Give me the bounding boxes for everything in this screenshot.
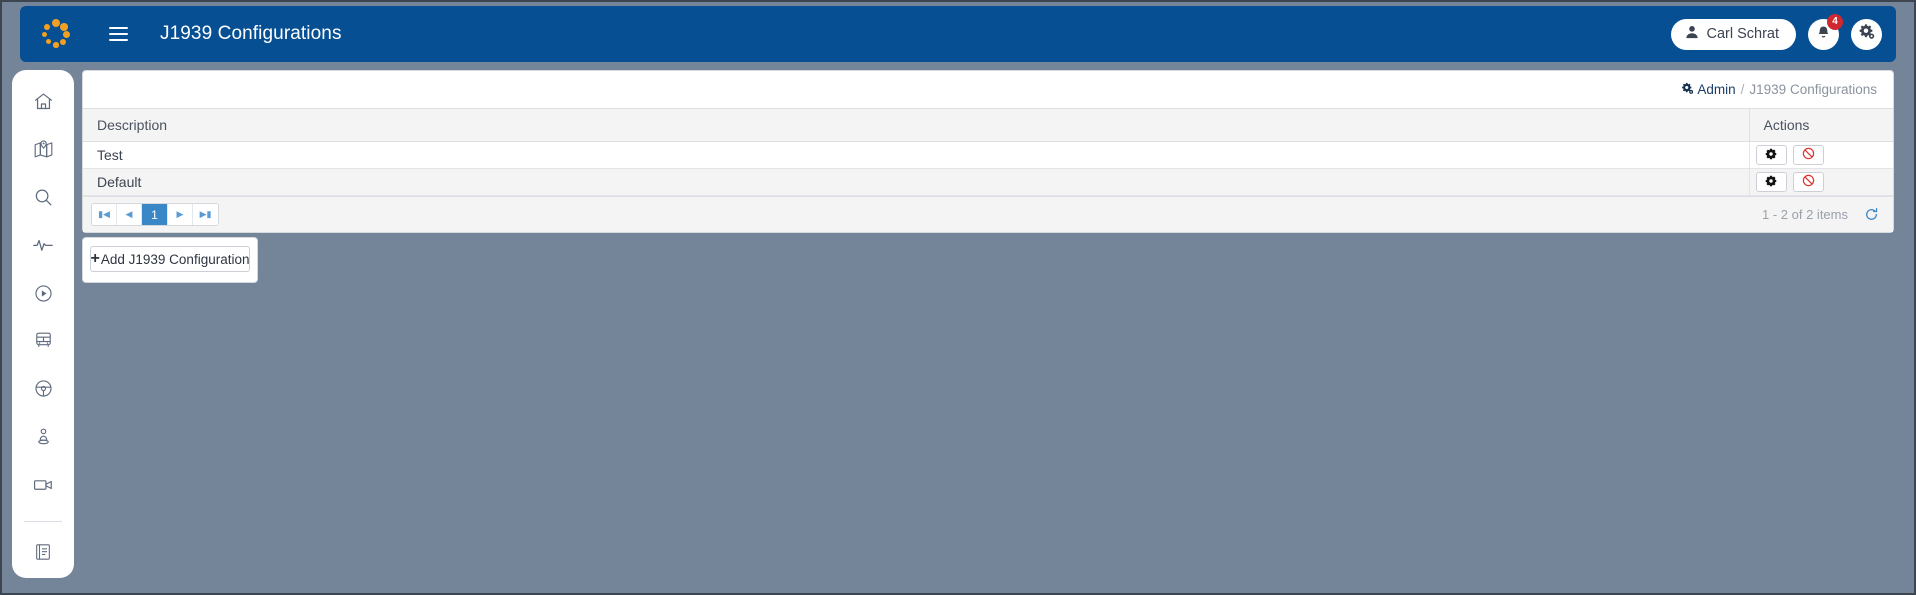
topbar-actions: Carl Schrat 4 bbox=[1671, 13, 1882, 50]
sidebar-item-reports[interactable] bbox=[19, 530, 67, 578]
pagination-bar: ▮◀ ◀ 1 ▶ ▶▮ 1 - 2 of 2 items bbox=[83, 196, 1893, 232]
sidebar-item-driving[interactable] bbox=[19, 367, 67, 415]
column-header-actions: Actions bbox=[1748, 108, 1893, 142]
bus-icon bbox=[33, 330, 54, 356]
cell-description: Default bbox=[83, 168, 1749, 196]
add-configuration-panel: + Add J1939 Configuration bbox=[82, 237, 258, 283]
page-title: J1939 Configurations bbox=[160, 23, 342, 44]
sidebar-item-home[interactable] bbox=[19, 80, 67, 128]
map-pin-icon bbox=[33, 139, 54, 165]
configure-button[interactable] bbox=[1755, 172, 1787, 192]
configure-button[interactable] bbox=[1755, 145, 1787, 165]
grid-card: Admin / J1939 Configurations Description… bbox=[82, 70, 1894, 233]
table-header-row: Description Actions bbox=[83, 108, 1893, 142]
settings-button[interactable] bbox=[1851, 18, 1882, 50]
user-menu-button[interactable]: Carl Schrat bbox=[1671, 18, 1796, 50]
disable-button[interactable] bbox=[1793, 172, 1825, 192]
pulse-icon bbox=[32, 234, 54, 261]
page-number-button-1[interactable]: 1 bbox=[142, 204, 168, 225]
video-camera-icon bbox=[32, 474, 54, 501]
gear-icon bbox=[1765, 147, 1777, 163]
ban-icon bbox=[1802, 174, 1815, 190]
breadcrumb-admin-link[interactable]: Admin bbox=[1681, 82, 1736, 98]
pagination-info: 1 - 2 of 2 items bbox=[1762, 207, 1879, 222]
gear-icon bbox=[1765, 174, 1777, 190]
pagination-info-label: 1 - 2 of 2 items bbox=[1762, 207, 1848, 222]
j1939-configurations-table: Description Actions Test Default bbox=[83, 108, 1893, 196]
user-icon bbox=[1685, 25, 1699, 43]
user-name-label: Carl Schrat bbox=[1706, 26, 1779, 42]
person-pin-icon bbox=[33, 426, 54, 452]
table-row[interactable]: Default bbox=[83, 168, 1893, 196]
spinner-dots-logo bbox=[41, 19, 71, 49]
page-first-button[interactable]: ▮◀ bbox=[92, 204, 117, 225]
hamburger-bar bbox=[108, 39, 128, 41]
gears-icon bbox=[1681, 82, 1694, 98]
column-header-description[interactable]: Description bbox=[83, 108, 1749, 142]
add-j1939-configuration-button[interactable]: + Add J1939 Configuration bbox=[90, 246, 250, 272]
add-button-label: Add J1939 Configuration bbox=[100, 251, 250, 267]
breadcrumb-current-label: J1939 Configurations bbox=[1749, 82, 1877, 97]
sidebar-item-video[interactable] bbox=[19, 463, 67, 511]
play-circle-icon bbox=[33, 283, 54, 309]
sidebar-item-map[interactable] bbox=[19, 128, 67, 176]
sidebar-divider bbox=[24, 521, 62, 523]
search-icon bbox=[33, 187, 54, 213]
sidebar-item-activity[interactable] bbox=[19, 224, 67, 272]
book-icon bbox=[33, 542, 53, 567]
breadcrumb-separator: / bbox=[1740, 82, 1745, 97]
steering-wheel-icon bbox=[33, 378, 54, 404]
sidebar-item-search[interactable] bbox=[19, 176, 67, 224]
main-content: Admin / J1939 Configurations Description… bbox=[82, 70, 1894, 283]
page-next-button[interactable]: ▶ bbox=[168, 204, 193, 225]
table-row[interactable]: Test bbox=[83, 141, 1893, 169]
sidebar-item-vehicles[interactable] bbox=[19, 320, 67, 368]
notification-count-badge: 4 bbox=[1827, 13, 1843, 30]
home-icon bbox=[33, 91, 54, 117]
hamburger-bar bbox=[108, 27, 128, 29]
hamburger-bar bbox=[108, 33, 128, 35]
pagination-controls: ▮◀ ◀ 1 ▶ ▶▮ bbox=[91, 203, 219, 226]
page-prev-button[interactable]: ◀ bbox=[117, 204, 142, 225]
breadcrumb: Admin / J1939 Configurations bbox=[83, 71, 1893, 108]
cell-actions bbox=[1748, 168, 1893, 196]
cell-description: Test bbox=[83, 141, 1749, 169]
sidebar-nav bbox=[12, 70, 74, 578]
notifications-button[interactable]: 4 bbox=[1808, 13, 1843, 50]
page-last-button[interactable]: ▶▮ bbox=[193, 204, 218, 225]
sidebar-item-playback[interactable] bbox=[19, 272, 67, 320]
plus-icon: + bbox=[90, 250, 100, 267]
cell-actions bbox=[1748, 141, 1893, 169]
sidebar-item-drivers[interactable] bbox=[19, 415, 67, 463]
brand-logo[interactable] bbox=[28, 6, 84, 62]
gears-icon bbox=[1858, 23, 1875, 45]
top-app-bar: J1939 Configurations Carl Schrat 4 bbox=[20, 6, 1896, 62]
disable-button[interactable] bbox=[1793, 145, 1825, 165]
breadcrumb-root-label: Admin bbox=[1697, 82, 1736, 97]
hamburger-menu-icon[interactable] bbox=[98, 14, 138, 54]
ban-icon bbox=[1802, 147, 1815, 163]
refresh-icon[interactable] bbox=[1864, 207, 1879, 222]
